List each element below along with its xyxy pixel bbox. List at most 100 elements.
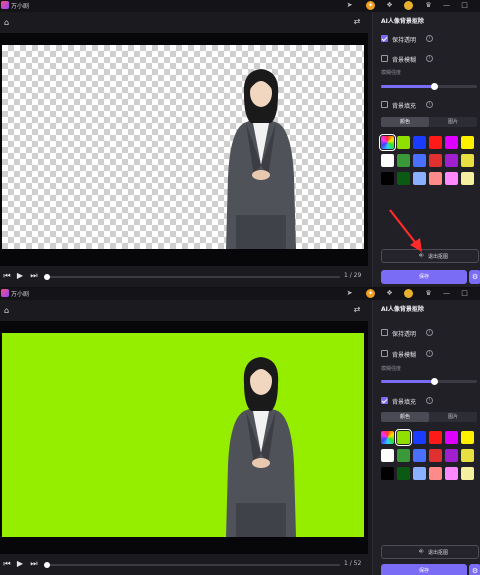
info-icon[interactable]: i: [426, 329, 433, 336]
blur-slider-handle[interactable]: [430, 83, 438, 90]
color-swatch[interactable]: [429, 467, 442, 480]
fill-label: 背景填充: [392, 399, 417, 406]
vip-icon[interactable]: ✦: [366, 1, 375, 10]
color-swatch[interactable]: [381, 154, 394, 167]
next-frame-icon[interactable]: ⏭: [29, 559, 39, 569]
color-swatch[interactable]: [429, 172, 442, 185]
color-swatch[interactable]: [461, 136, 474, 149]
avatar[interactable]: [404, 1, 413, 10]
color-swatch[interactable]: [395, 429, 412, 446]
swap-icon[interactable]: ⇄: [352, 305, 362, 315]
color-swatch[interactable]: [413, 154, 426, 167]
info-icon[interactable]: i: [426, 35, 433, 42]
color-swatch[interactable]: [429, 136, 442, 149]
minimize-icon[interactable]: —: [442, 289, 451, 298]
vip-icon[interactable]: ✦: [366, 289, 375, 298]
color-swatch[interactable]: [381, 172, 394, 185]
blur-slider[interactable]: [381, 83, 477, 90]
tab-color[interactable]: 颜色: [381, 117, 429, 127]
timeline-track[interactable]: [44, 562, 340, 568]
color-swatch[interactable]: [429, 449, 442, 462]
timeline-knob[interactable]: [44, 274, 50, 280]
color-swatch[interactable]: [445, 136, 458, 149]
save-button[interactable]: 保存: [381, 270, 467, 284]
option-keep-transparent[interactable]: 保持透明 i: [381, 328, 479, 338]
color-swatch[interactable]: [461, 449, 474, 462]
color-swatch[interactable]: [461, 431, 474, 444]
color-swatch[interactable]: [397, 136, 410, 149]
play-icon[interactable]: ▶: [15, 271, 25, 281]
maximize-icon[interactable]: □: [460, 289, 469, 298]
color-swatch[interactable]: [429, 154, 442, 167]
timeline-track[interactable]: [44, 274, 340, 280]
save-button[interactable]: 保存: [381, 564, 467, 575]
fill-checkbox[interactable]: [381, 397, 388, 404]
cube-icon[interactable]: ❖: [385, 289, 394, 298]
settings-icon[interactable]: ⚙: [469, 270, 480, 284]
tab-image[interactable]: 图片: [429, 117, 477, 127]
color-swatch[interactable]: [461, 172, 474, 185]
option-blur[interactable]: 背景模糊 i: [381, 54, 479, 64]
color-swatch[interactable]: [397, 467, 410, 480]
swap-icon[interactable]: ⇄: [352, 17, 362, 27]
blur-slider-handle[interactable]: [430, 378, 438, 385]
color-swatch[interactable]: [413, 467, 426, 480]
color-swatch[interactable]: [397, 154, 410, 167]
keep-transparent-checkbox[interactable]: [381, 329, 388, 336]
timeline-knob[interactable]: [44, 562, 50, 568]
play-icon[interactable]: ▶: [15, 559, 25, 569]
next-frame-icon[interactable]: ⏭: [29, 271, 39, 281]
minimize-icon[interactable]: —: [442, 1, 451, 10]
crown-icon[interactable]: ♛: [424, 1, 433, 10]
color-swatch[interactable]: [397, 172, 410, 185]
color-swatch[interactable]: [381, 431, 394, 444]
blur-slider-fill: [381, 85, 434, 88]
tab-image[interactable]: 图片: [429, 412, 477, 422]
color-swatch[interactable]: [445, 172, 458, 185]
option-fill[interactable]: 背景填充 i: [381, 100, 479, 110]
color-swatch[interactable]: [429, 431, 442, 444]
color-swatch[interactable]: [381, 449, 394, 462]
preview-header: ⌂ ⇄: [0, 14, 370, 32]
blur-slider[interactable]: [381, 378, 477, 385]
send-icon[interactable]: ➤: [345, 1, 354, 10]
info-icon[interactable]: i: [426, 55, 433, 62]
option-blur[interactable]: 背景模糊 i: [381, 349, 479, 359]
fill-checkbox[interactable]: [381, 101, 388, 108]
exit-cutout-button[interactable]: ⎆ 退出抠图: [381, 545, 479, 559]
color-swatch[interactable]: [461, 467, 474, 480]
maximize-icon[interactable]: □: [460, 1, 469, 10]
color-swatch[interactable]: [397, 449, 410, 462]
color-swatch[interactable]: [445, 467, 458, 480]
color-swatch[interactable]: [413, 172, 426, 185]
color-swatch[interactable]: [379, 134, 396, 151]
color-swatch[interactable]: [445, 431, 458, 444]
home-icon[interactable]: ⌂: [4, 306, 13, 315]
color-swatch[interactable]: [445, 449, 458, 462]
person-figure: [226, 357, 296, 537]
home-icon[interactable]: ⌂: [4, 18, 13, 27]
tab-color[interactable]: 颜色: [381, 412, 429, 422]
color-swatch[interactable]: [381, 467, 394, 480]
info-icon[interactable]: i: [426, 350, 433, 357]
color-swatch[interactable]: [413, 136, 426, 149]
option-fill[interactable]: 背景填充 i: [381, 396, 479, 406]
color-swatch[interactable]: [445, 154, 458, 167]
prev-frame-icon[interactable]: ⏮: [2, 271, 12, 281]
color-swatch[interactable]: [413, 431, 426, 444]
avatar[interactable]: [404, 289, 413, 298]
cube-icon[interactable]: ❖: [385, 1, 394, 10]
settings-icon[interactable]: ⚙: [469, 564, 480, 575]
color-swatch[interactable]: [461, 154, 474, 167]
color-swatch[interactable]: [413, 449, 426, 462]
crown-icon[interactable]: ♛: [424, 289, 433, 298]
info-icon[interactable]: i: [426, 397, 433, 404]
prev-frame-icon[interactable]: ⏮: [2, 559, 12, 569]
info-icon[interactable]: i: [426, 101, 433, 108]
blur-checkbox[interactable]: [381, 350, 388, 357]
fill-tabs: 颜色 图片: [381, 412, 477, 422]
send-icon[interactable]: ➤: [345, 289, 354, 298]
keep-transparent-checkbox[interactable]: [381, 35, 388, 42]
blur-checkbox[interactable]: [381, 55, 388, 62]
option-keep-transparent[interactable]: 保持透明 i: [381, 34, 479, 44]
